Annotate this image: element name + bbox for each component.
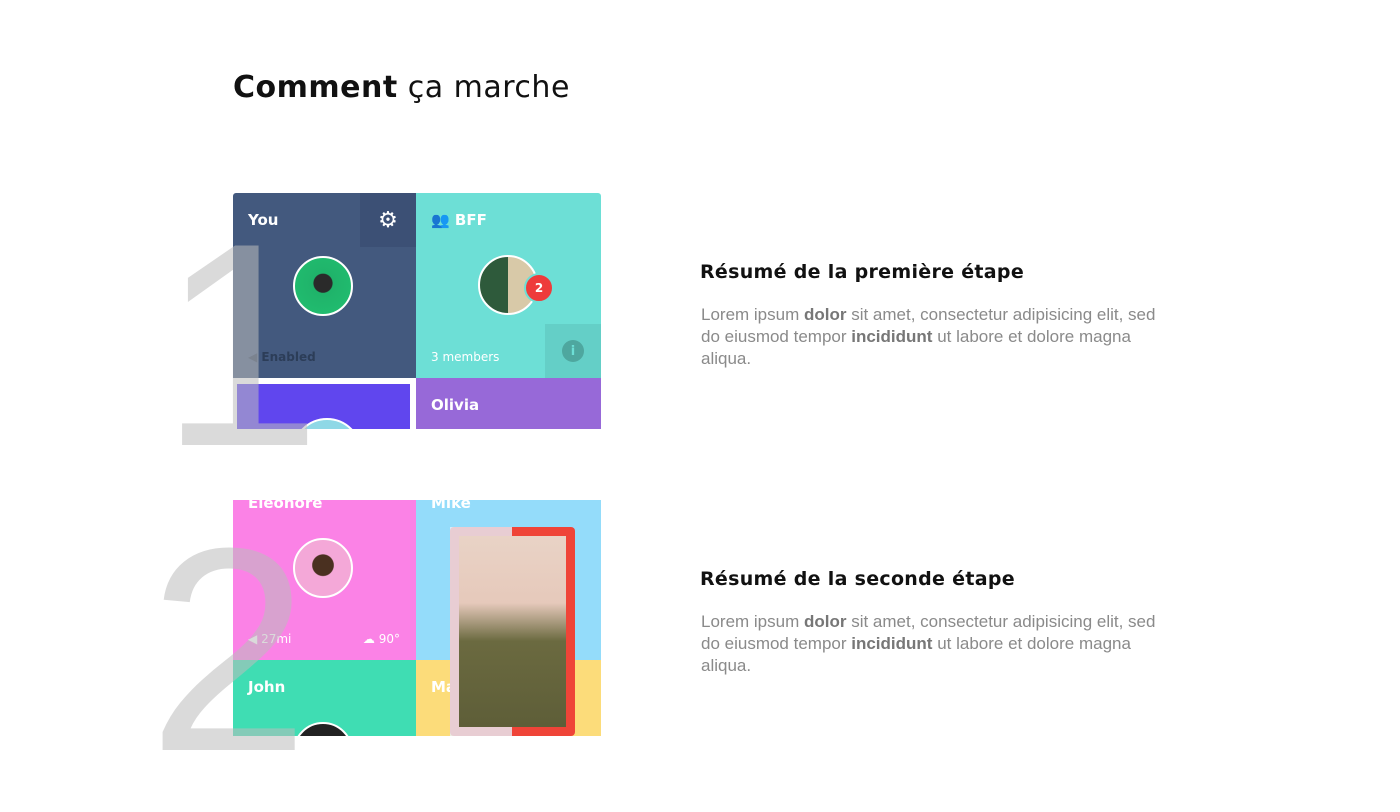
video-preview [459, 536, 566, 727]
tile-bff: 👥 BFF 2 3 members i [416, 193, 601, 378]
step-heading: Résumé de la première étape [700, 261, 1025, 283]
tile-olivia: Olivia [416, 378, 601, 429]
step-heading: Résumé de la seconde étape [700, 568, 1015, 590]
badge: 2 [524, 273, 554, 303]
gear-icon[interactable]: ⚙ [360, 193, 416, 247]
video-card[interactable] [450, 527, 575, 736]
cloud-icon: ☁ [362, 632, 375, 646]
step-description: Lorem ipsum dolor sit amet, consectetur … [701, 612, 1156, 675]
info-button[interactable]: i [545, 324, 601, 378]
info-icon: i [562, 340, 584, 362]
step-number: 2 [148, 488, 310, 812]
step-number: 1 [160, 183, 322, 507]
step-description: Lorem ipsum dolor sit amet, consectetur … [701, 305, 1156, 368]
page-title: Comment ça marche [233, 70, 570, 105]
group-icon: 👥 [431, 211, 450, 229]
